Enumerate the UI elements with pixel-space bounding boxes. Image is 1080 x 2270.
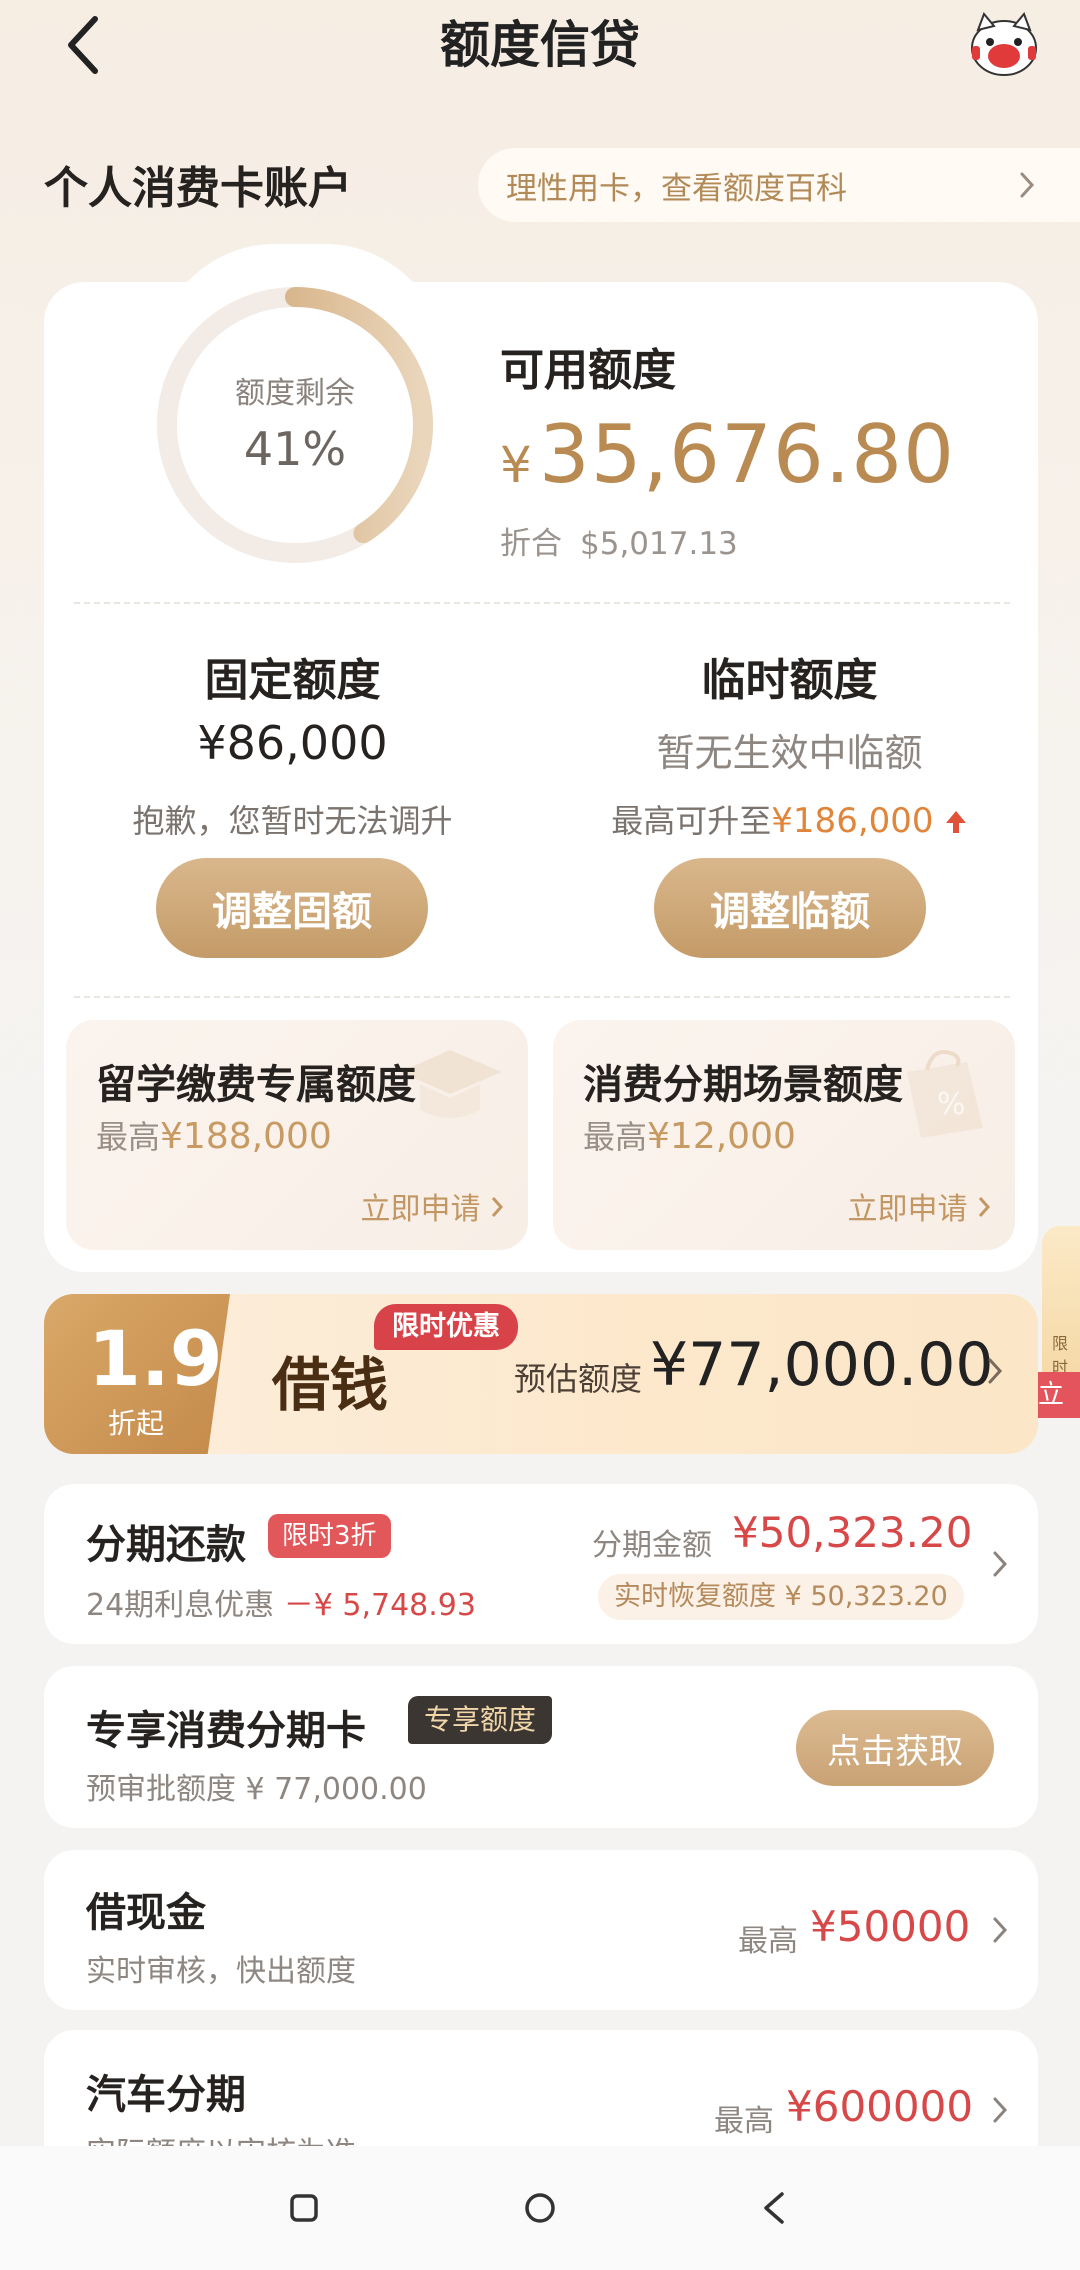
installment-scene-apply-link[interactable]: 立即申请 (847, 1184, 991, 1228)
exclusive-card-title: 专享消费分期卡 (86, 1708, 366, 1754)
adjust-fixed-limit-button[interactable]: 调整固额 (156, 858, 428, 958)
realtime-recovery-limit: 实时恢复额度 ¥ 50,323.20 (598, 1574, 964, 1620)
temporary-limit-title: 临时额度 (701, 655, 878, 706)
fixed-limit-note: 抱歉，您暂时无法调升 (132, 802, 453, 840)
limited-offer-badge: 限时优惠 (374, 1304, 518, 1350)
estimated-limit-amount: ¥77,000.00 (650, 1330, 994, 1400)
installment-title: 分期还款 (86, 1522, 246, 1568)
account-title: 个人消费卡账户 (44, 163, 352, 214)
temporary-limit-max: ¥186,000 (771, 801, 934, 841)
discount-tag: 限时3折 (268, 1514, 391, 1558)
cash-loan-subtitle: 实时审核，快出额度 (86, 1954, 356, 1989)
page-title: 额度信贷 (440, 16, 640, 74)
recent-apps-button[interactable] (272, 2176, 336, 2240)
chevron-right-icon (988, 1358, 1003, 1384)
credit-wiki-text: 理性用卡，查看额度百科 (506, 170, 847, 207)
study-abroad-limit-card[interactable]: 留学缴费专属额度 最高¥188,000 立即申请 (66, 1020, 528, 1250)
mascot-icon[interactable] (968, 12, 1040, 78)
circle-icon (525, 2193, 555, 2223)
chevron-right-icon (993, 1551, 1008, 1577)
borrow-money-banner[interactable]: 1.9 折起 借钱 限时优惠 预估额度 ¥77,000.00 (44, 1294, 1038, 1454)
discount-unit: 折起 (108, 1407, 165, 1440)
credit-wiki-banner[interactable]: 理性用卡，查看额度百科 (478, 148, 1080, 222)
temporary-limit-status: 暂无生效中临额 (656, 731, 923, 775)
shopping-bag-icon: % (907, 1050, 983, 1138)
study-abroad-limit-title: 留学缴费专属额度 (96, 1062, 416, 1108)
square-icon (290, 2194, 318, 2222)
installment-scene-limit-max: 最高¥12,000 (583, 1116, 796, 1157)
system-back-button[interactable] (742, 2176, 806, 2240)
divider (74, 602, 1010, 604)
divider (74, 996, 1010, 998)
available-credit-amount: ¥35,676.80 (500, 408, 955, 501)
triangle-back-icon (764, 2192, 784, 2224)
installment-amount-label: 分期金额 (592, 1528, 712, 1563)
installment-scene-limit-title: 消费分期场景额度 (583, 1062, 903, 1108)
installment-interest-offer: 24期利息优惠 －¥ 5,748.93 (86, 1588, 476, 1623)
remaining-percent: 41% (243, 422, 347, 476)
remaining-label: 额度剩余 (235, 376, 355, 411)
study-abroad-apply-link[interactable]: 立即申请 (360, 1184, 504, 1228)
available-credit-equivalent: 折合 $5,017.13 (500, 526, 738, 562)
chevron-right-icon (1020, 172, 1035, 198)
estimated-limit-label: 预估额度 (514, 1360, 643, 1398)
cash-loan-max-label: 最高 (738, 1924, 798, 1959)
study-abroad-limit-max: 最高¥188,000 (96, 1116, 332, 1157)
car-loan-max-amount: ¥600000 (786, 2082, 974, 2131)
cash-loan-card[interactable]: 借现金 实时审核，快出额度 最高 ¥50000 (44, 1850, 1038, 2010)
installment-repayment-card[interactable]: 分期还款 限时3折 24期利息优惠 －¥ 5,748.93 分期金额 ¥50,3… (44, 1484, 1038, 1644)
installment-amount: ¥50,323.20 (732, 1508, 973, 1557)
svg-text:%: % (937, 1087, 966, 1122)
cash-loan-max-amount: ¥50000 (810, 1902, 971, 1951)
borrow-money-title: 借钱 (272, 1351, 389, 1419)
fixed-limit-amount: ¥86,000 (197, 716, 388, 770)
fixed-limit-title: 固定额度 (204, 655, 381, 706)
system-navigation-bar (0, 2146, 1080, 2270)
cash-loan-title: 借现金 (86, 1890, 206, 1936)
exclusive-installment-card[interactable]: 专享消费分期卡 专享额度 预审批额度 ¥ 77,000.00 点击获取 (44, 1666, 1038, 1828)
pre-approved-limit: 预审批额度 ¥ 77,000.00 (86, 1772, 427, 1807)
available-credit-label: 可用额度 (500, 345, 676, 396)
car-loan-max-label: 最高 (714, 2104, 774, 2139)
chevron-right-icon (993, 2097, 1008, 2123)
arrow-up-icon (945, 811, 966, 833)
discount-rate: 1.9 (88, 1314, 223, 1403)
chevron-right-icon (993, 1917, 1008, 1943)
temporary-limit-note: 最高可升至¥186,000 (541, 796, 1038, 842)
chevron-right-icon (978, 1197, 991, 1217)
home-button[interactable] (508, 2176, 572, 2240)
car-loan-title: 汽车分期 (86, 2072, 246, 2118)
get-card-button[interactable]: 点击获取 (796, 1710, 994, 1786)
installment-scene-limit-card[interactable]: % 消费分期场景额度 最高¥12,000 立即申请 (553, 1020, 1015, 1250)
exclusive-limit-tag: 专享额度 (408, 1696, 553, 1744)
chevron-right-icon (491, 1197, 504, 1217)
adjust-temporary-limit-button[interactable]: 调整临额 (654, 858, 926, 958)
